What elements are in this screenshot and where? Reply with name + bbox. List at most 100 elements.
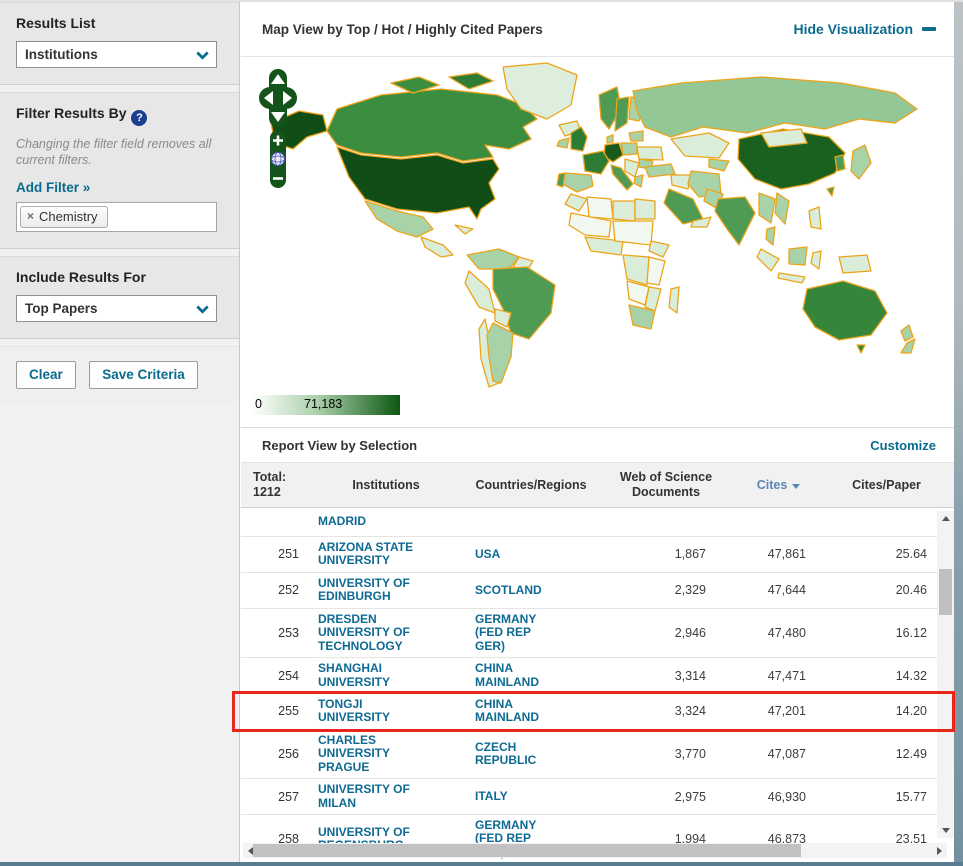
filter-chip-chemistry[interactable]: × Chemistry [20,206,108,228]
country-link[interactable]: CZECH REPUBLIC [461,741,601,768]
cites-per-paper-value: 20.46 [826,583,947,597]
section-divider [0,85,239,92]
include-results-select[interactable]: Top Papers [16,295,217,322]
country-link[interactable]: SCOTLAND [461,584,601,597]
filter-results-section: Filter Results By? Changing the filter f… [0,92,239,249]
arrow-right-icon [937,847,942,855]
cites-per-paper-value: 16.12 [826,626,947,640]
table-vertical-scrollbar[interactable] [937,511,954,838]
cites-per-paper-value: 14.32 [826,669,947,683]
country-link[interactable]: GERMANY (FED REP GER) [461,613,601,653]
legend-max: 71,183 [304,397,342,411]
chevron-down-icon [196,47,209,60]
remove-chip-icon[interactable]: × [27,209,34,223]
documents-value: 2,975 [601,790,731,804]
documents-value: 1,867 [601,547,731,561]
map-pan-control[interactable] [258,68,298,128]
institution-link[interactable]: DRESDEN UNIVERSITY OF TECHNOLOGY [311,613,461,653]
include-results-section: Include Results For Top Papers [0,256,239,339]
table-row[interactable]: 252 UNIVERSITY OF EDINBURGH SCOTLAND 2,3… [241,573,954,609]
table-row[interactable]: 256 CHARLES UNIVERSITY PRAGUE CZECH REPU… [241,730,954,779]
filter-chip-label: Chemistry [39,209,98,224]
add-filter-link[interactable]: Add Filter » [16,180,90,195]
table-horizontal-scrollbar[interactable] [243,843,947,858]
filter-chip-box: × Chemistry [16,202,217,232]
cites-per-paper-value: 25.64 [826,547,947,561]
map-title: Map View by Top / Hot / Highly Cited Pap… [262,22,543,37]
institution-link[interactable]: TONGJI UNIVERSITY [311,698,461,725]
chevron-down-icon [196,301,209,314]
horizontal-scroll-thumb[interactable] [253,844,801,857]
documents-value: 3,324 [601,704,731,718]
col-documents[interactable]: Web of Science Documents [601,470,731,500]
scroll-down-button[interactable] [937,823,954,838]
country-link[interactable]: CHINA MAINLAND [461,698,601,725]
arrow-down-icon [942,828,950,833]
documents-value: 3,770 [601,747,731,761]
total-count: Total: 1212 [241,470,311,500]
rank-value: 251 [241,547,311,561]
table-row[interactable]: 257 UNIVERSITY OF MILAN ITALY 2,975 46,9… [241,779,954,815]
scroll-right-button[interactable] [932,843,947,858]
institution-link[interactable]: UNIVERSITY OF MILAN [311,783,461,810]
cites-value: 47,471 [731,669,826,683]
institution-link[interactable]: ARIZONA STATE UNIVERSITY [311,541,461,568]
cites-per-paper-value: 14.20 [826,704,947,718]
cites-value: 47,644 [731,583,826,597]
results-list-select[interactable]: Institutions [16,41,217,68]
customize-link[interactable]: Customize [870,438,936,453]
rank-value: 255 [241,704,311,718]
filter-note: Changing the filter field removes all cu… [16,136,223,169]
arrow-up-icon [942,516,950,521]
map-visualization-area: 0 71,183 [241,57,954,428]
include-results-label: Include Results For [16,269,223,285]
col-countries[interactable]: Countries/Regions [461,478,601,493]
table-row[interactable]: 251 ARIZONA STATE UNIVERSITY USA 1,867 4… [241,537,954,573]
rank-value: 257 [241,790,311,804]
results-list-section: Results List Institutions [0,2,239,85]
window-vertical-scrollbar[interactable] [954,2,963,862]
table-row[interactable]: 253 DRESDEN UNIVERSITY OF TECHNOLOGY GER… [241,609,954,658]
results-list-label: Results List [16,15,223,31]
col-cites-per-paper[interactable]: Cites/Paper [826,478,947,493]
filter-results-label: Filter Results By? [16,105,223,126]
table-row[interactable]: 254 SHANGHAI UNIVERSITY CHINA MAINLAND 3… [241,658,954,694]
cites-value: 47,201 [731,704,826,718]
sort-down-icon [792,484,800,489]
map-zoom-control[interactable] [269,129,287,189]
rank-value: 252 [241,583,311,597]
institution-link[interactable]: SHANGHAI UNIVERSITY [311,662,461,689]
save-criteria-button[interactable]: Save Criteria [89,361,198,389]
country-link[interactable]: ITALY [461,790,601,803]
question-icon[interactable]: ? [131,110,147,126]
col-cites-sorted[interactable]: Cites [731,478,826,493]
table-header: Total: 1212 Institutions Countries/Regio… [241,462,954,508]
institution-link[interactable]: CHARLES UNIVERSITY PRAGUE [311,734,461,774]
include-results-selected: Top Papers [25,301,98,316]
vertical-scroll-thumb[interactable] [939,569,952,615]
cites-per-paper-value: 12.49 [826,747,947,761]
documents-value: 3,314 [601,669,731,683]
filter-sidebar: Results List Institutions Filter Results… [0,2,240,862]
country-link[interactable]: CHINA MAINLAND [461,662,601,689]
table-row[interactable]: 255 TONGJI UNIVERSITY CHINA MAINLAND 3,3… [241,694,954,730]
clear-button[interactable]: Clear [16,361,76,389]
country-link[interactable]: USA [461,548,601,561]
section-divider [0,249,239,256]
globe-icon [271,152,284,165]
rank-value: 254 [241,669,311,683]
esi-page: Results List Institutions Filter Results… [0,0,963,866]
institution-link[interactable]: MADRID [311,508,461,528]
cites-value: 47,087 [731,747,826,761]
report-header: Report View by Selection Customize [241,428,954,462]
col-institutions[interactable]: Institutions [311,478,461,493]
section-divider [0,339,239,346]
map-header: Map View by Top / Hot / Highly Cited Pap… [241,2,954,57]
scroll-up-button[interactable] [937,511,954,526]
hide-visualization-link[interactable]: Hide Visualization [793,21,936,37]
cites-value: 47,861 [731,547,826,561]
institution-link[interactable]: UNIVERSITY OF EDINBURGH [311,577,461,604]
world-map[interactable] [241,61,954,395]
documents-value: 2,329 [601,583,731,597]
table-body: MADRID 251 ARIZONA STATE UNIVERSITY USA … [241,508,954,841]
